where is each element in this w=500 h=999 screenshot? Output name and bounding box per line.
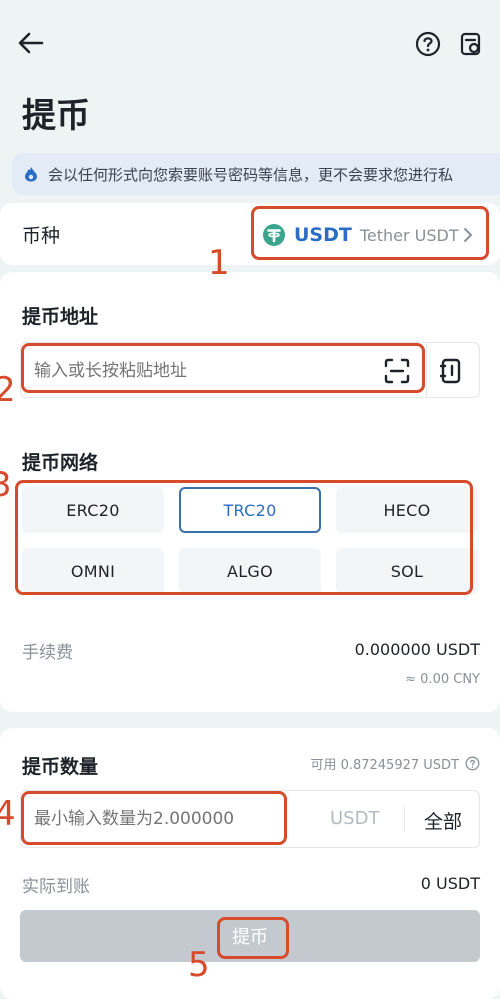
arrow-left-icon [18, 32, 44, 54]
annotation-number-1: 1 [208, 243, 230, 283]
flame-icon [25, 167, 37, 182]
currency-label: 币种 [22, 225, 61, 247]
help-button[interactable] [414, 30, 442, 58]
page-title: 提币 [22, 96, 90, 136]
info-circle-icon [465, 756, 480, 771]
annotation-box-address [21, 343, 425, 393]
max-all-button[interactable]: 全部 [424, 807, 462, 834]
back-button[interactable] [14, 28, 48, 58]
annotation-box-submit [217, 917, 289, 959]
annotation-box-amount [21, 791, 287, 845]
address-book-button[interactable] [436, 356, 466, 386]
annotation-number-5: 5 [188, 945, 210, 985]
annotation-number-2: 2 [0, 370, 16, 410]
notice-text: 会以任何形式向您索要账号密码等信息，更不会要求您进行私 [48, 166, 454, 184]
received-label: 实际到账 [22, 877, 90, 897]
amount-divider [404, 806, 405, 832]
input-divider [426, 342, 427, 398]
available-balance: 可用 0.87245927 USDT [310, 754, 480, 773]
fee-label: 手续费 [22, 643, 73, 663]
record-list-icon [460, 32, 481, 56]
available-text: 可用 0.87245927 USDT [310, 758, 459, 773]
question-circle-icon [415, 31, 441, 57]
received-value: 0 USDT [420, 874, 480, 893]
address-title: 提币地址 [22, 306, 99, 328]
fee-cny: ≈ 0.00 CNY [405, 672, 480, 687]
annotation-number-3: 3 [0, 465, 12, 505]
notice-bar: 会以任何形式向您索要账号密码等信息，更不会要求您进行私 [12, 153, 500, 195]
address-book-icon [440, 358, 461, 384]
records-button[interactable] [457, 30, 485, 58]
network-title: 提币网络 [22, 452, 99, 474]
annotation-box-network [15, 480, 473, 595]
fee-value: 0.000000 USDT [354, 640, 480, 659]
annotation-box-currency [251, 206, 489, 260]
annotation-number-4: 4 [0, 794, 16, 834]
amount-unit: USDT [330, 808, 380, 829]
amount-title: 提币数量 [22, 756, 99, 778]
